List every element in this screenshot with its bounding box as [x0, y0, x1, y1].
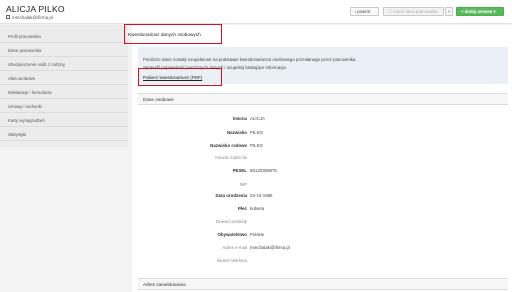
add-contract-button[interactable]: + dodaj umowę ▾ — [456, 6, 504, 16]
sidebar-item-profile[interactable]: Profil pracownika — [0, 31, 128, 43]
label-pesel: PESEL — [232, 168, 247, 173]
registered-address-section-header: Adres zameldowania — [138, 278, 508, 290]
label-first-names: Imiona — [232, 116, 247, 121]
label-id-card: Dowód osobisty — [216, 218, 247, 224]
back-button[interactable]: ‹ powrót — [350, 6, 379, 16]
download-questionnaire-link[interactable]: Pobierz kwestionariusz (PDF) — [143, 75, 202, 80]
value-birth-date: 03-10-1986 — [250, 193, 273, 198]
sidebar: Profil pracownika Dane pracownika Ubezpi… — [0, 25, 128, 147]
label-nip: NIP — [239, 181, 247, 187]
value-gender: kobieta — [250, 205, 265, 211]
value-email: mmchalak@ifirma.pl — [250, 244, 290, 250]
sidebar-item-statistics[interactable]: Statystyki — [0, 129, 128, 141]
label-parents-names: Imiona rodziców — [215, 155, 247, 160]
label-surname: Nazwisko — [226, 129, 247, 135]
label-email: Adres e-mail — [222, 244, 247, 250]
value-first-names: ALICJA — [250, 116, 265, 121]
more-options-dropdown[interactable]: ▾ — [445, 6, 453, 16]
top-bar: ALICJA PILKO mmchalak@ifirma.pl ‹ powrót… — [0, 0, 512, 24]
label-gender: Płeć — [237, 205, 247, 211]
sidebar-item-contracts[interactable]: Umowy i rachunki — [0, 101, 128, 113]
label-citizenship: Obywatelstwo — [217, 232, 247, 237]
label-maiden-name: Nazwisko rodowe — [210, 142, 247, 148]
employee-name: ALICJA PILKO — [6, 3, 65, 14]
value-surname: PILKO — [250, 129, 263, 135]
sidebar-item-salary-cards[interactable]: Karty wynagrodzeń — [0, 115, 128, 127]
download-link-highlight: Pobierz kwestionariusz (PDF) — [138, 68, 222, 86]
employee-email: mmchalak@ifirma.pl — [12, 14, 53, 20]
personal-data-section-header: Dane osobowe — [138, 93, 508, 105]
sidebar-item-family-insurance[interactable]: Ubezpieczenie osób z rodziny — [0, 59, 128, 71]
sidebar-item-personal-files[interactable]: Akta osobowe — [0, 73, 128, 85]
envelope-icon — [6, 15, 10, 19]
questionnaire-title: Kwestionariusz danych osobowych — [128, 31, 201, 37]
questionnaire-title-highlight: Kwestionariusz danych osobowych — [124, 24, 222, 44]
info-text: Poniższe dane zostały uzupełnione na pod… — [143, 56, 357, 62]
value-pesel: 86120309975 — [250, 168, 277, 173]
value-maiden-name: PILKO — [250, 142, 263, 148]
value-citizenship: Polskie — [250, 232, 265, 237]
sidebar-item-declarations[interactable]: Deklaracje i formularze — [0, 87, 128, 99]
sidebar-item-employee-data[interactable]: Dane pracownika — [0, 45, 128, 57]
label-phone: Numer telefonu — [216, 257, 247, 263]
label-birth-date: Data urodzenia — [215, 193, 247, 198]
change-employee-data-button[interactable]: ☐ zmień dane pracownika — [383, 6, 444, 16]
